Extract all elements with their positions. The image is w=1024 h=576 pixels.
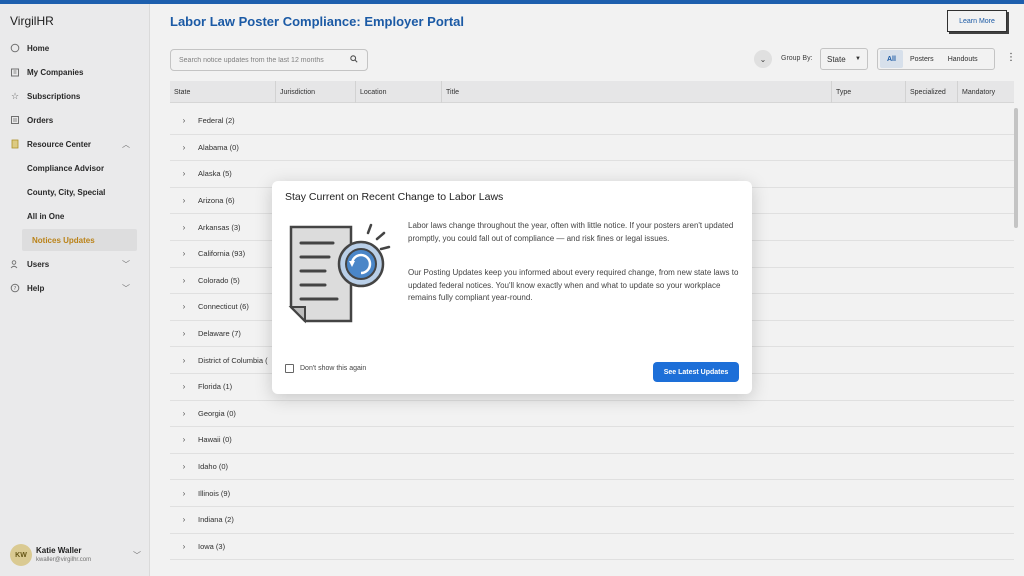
document-refresh-icon [285,221,395,331]
top-accent-bar [0,0,1024,4]
dont-show-again-checkbox[interactable] [285,364,294,373]
modal-paragraph-2: Our Posting Updates keep you informed ab… [408,268,739,302]
modal-paragraph-1: Labor laws change throughout the year, o… [408,221,734,243]
info-modal: Stay Current on Recent Change to Labor L… [272,181,752,394]
see-latest-updates-button[interactable]: See Latest Updates [653,362,739,382]
modal-title: Stay Current on Recent Change to Labor L… [285,191,504,203]
dont-show-again-label[interactable]: Don't show this again [300,365,366,372]
